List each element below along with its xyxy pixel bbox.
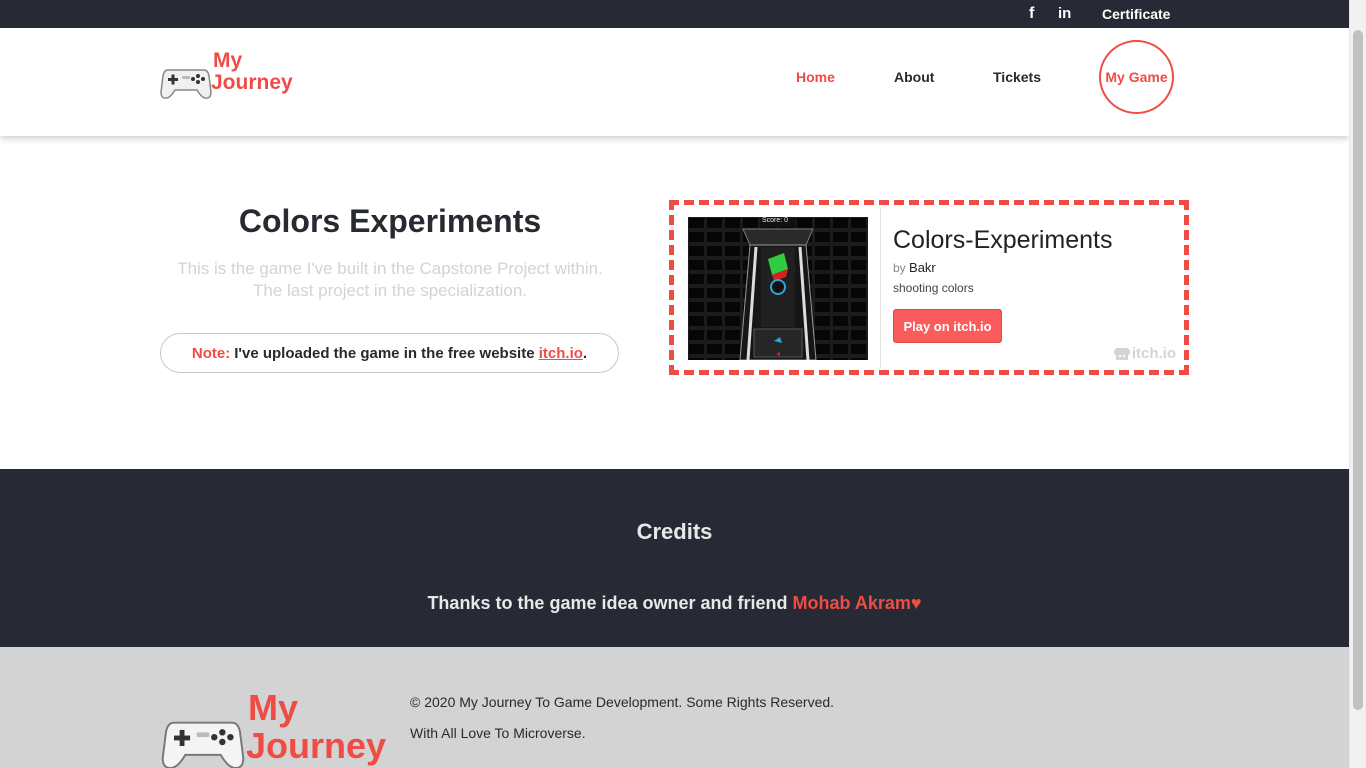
gamepad-icon — [161, 721, 245, 768]
itch-embed-widget: Score: 0 Colors-Experiments by Bakr shoo… — [669, 200, 1189, 375]
nav-home[interactable]: Home — [796, 69, 835, 85]
note-box: Note: I've uploaded the game in the free… — [160, 333, 619, 373]
score-label: Score: 0 — [762, 217, 789, 224]
page: f in Certificate My Journey Home About T… — [0, 0, 1349, 768]
nav-about[interactable]: About — [894, 69, 934, 85]
top-bar: f in Certificate — [0, 0, 1349, 28]
itch-io-brand[interactable]: itch.io — [1113, 345, 1176, 362]
itch-io-link[interactable]: itch.io — [539, 345, 583, 362]
credits-title: Credits — [636, 519, 713, 544]
page-title: Colors Experiments — [238, 203, 542, 239]
game-section: Colors Experiments This is the game I've… — [0, 136, 1349, 469]
note-text: I've uploaded the game in the free websi… — [234, 344, 535, 362]
widget-inner: Score: 0 Colors-Experiments by Bakr shoo… — [676, 207, 1182, 368]
footer-love-text: With All Love To Microverse. — [410, 725, 586, 741]
widget-divider — [880, 207, 881, 368]
footer-logo-line2: Journey — [246, 725, 387, 766]
gamepad-icon — [160, 69, 212, 99]
logo-text-line1: My — [213, 49, 243, 72]
heart-icon: ♥ — [910, 593, 922, 613]
copyright-text: © 2020 My Journey To Game Development. S… — [410, 694, 835, 710]
game-screenshot — [688, 217, 868, 360]
description-line-1: This is the game I've built in the Capst… — [177, 259, 603, 278]
friend-name: Mohab Akram — [792, 593, 911, 613]
note-label: Note: — [191, 344, 231, 362]
by-label: by — [893, 261, 906, 275]
author-link[interactable]: Bakr — [909, 260, 936, 275]
game-author-line: by Bakr — [893, 260, 936, 275]
nav-tickets[interactable]: Tickets — [993, 69, 1041, 85]
itch-io-brand-text: itch.io — [1131, 345, 1176, 362]
logo-text-line2: Journey — [211, 71, 293, 94]
credits-thanks: Thanks to the game idea owner and friend… — [0, 593, 1349, 614]
nav-my-game[interactable]: My Game — [1099, 40, 1174, 114]
linkedin-icon[interactable]: in — [1058, 5, 1071, 23]
description-line-2: The last project in the specialization. — [252, 281, 528, 300]
certificate-link[interactable]: Certificate — [1102, 6, 1170, 22]
game-name[interactable]: Colors-Experiments — [893, 225, 1113, 255]
game-description: This is the game I've built in the Capst… — [160, 258, 620, 302]
note-end: . — [582, 344, 588, 362]
footer-logo-line1: My — [248, 687, 299, 728]
game-thumbnail[interactable]: Score: 0 — [688, 217, 868, 360]
thanks-text: Thanks to the game idea owner and friend — [427, 593, 788, 613]
vertical-scrollbar[interactable] — [1349, 0, 1366, 768]
site-logo[interactable]: My Journey — [160, 50, 310, 110]
itch-io-icon — [1113, 347, 1130, 360]
scrollbar-thumb[interactable] — [1353, 30, 1363, 710]
credits-section: Credits Thanks to the game idea owner an… — [0, 469, 1349, 647]
footer: My Journey © 2020 My Journey To Game Dev… — [0, 647, 1349, 768]
footer-logo[interactable]: My Journey — [160, 689, 400, 768]
play-on-itch-button[interactable]: Play on itch.io — [893, 309, 1002, 343]
facebook-icon[interactable]: f — [1029, 5, 1034, 23]
header: My Journey Home About Tickets My Game — [0, 28, 1349, 136]
game-short-description: shooting colors — [893, 281, 974, 295]
